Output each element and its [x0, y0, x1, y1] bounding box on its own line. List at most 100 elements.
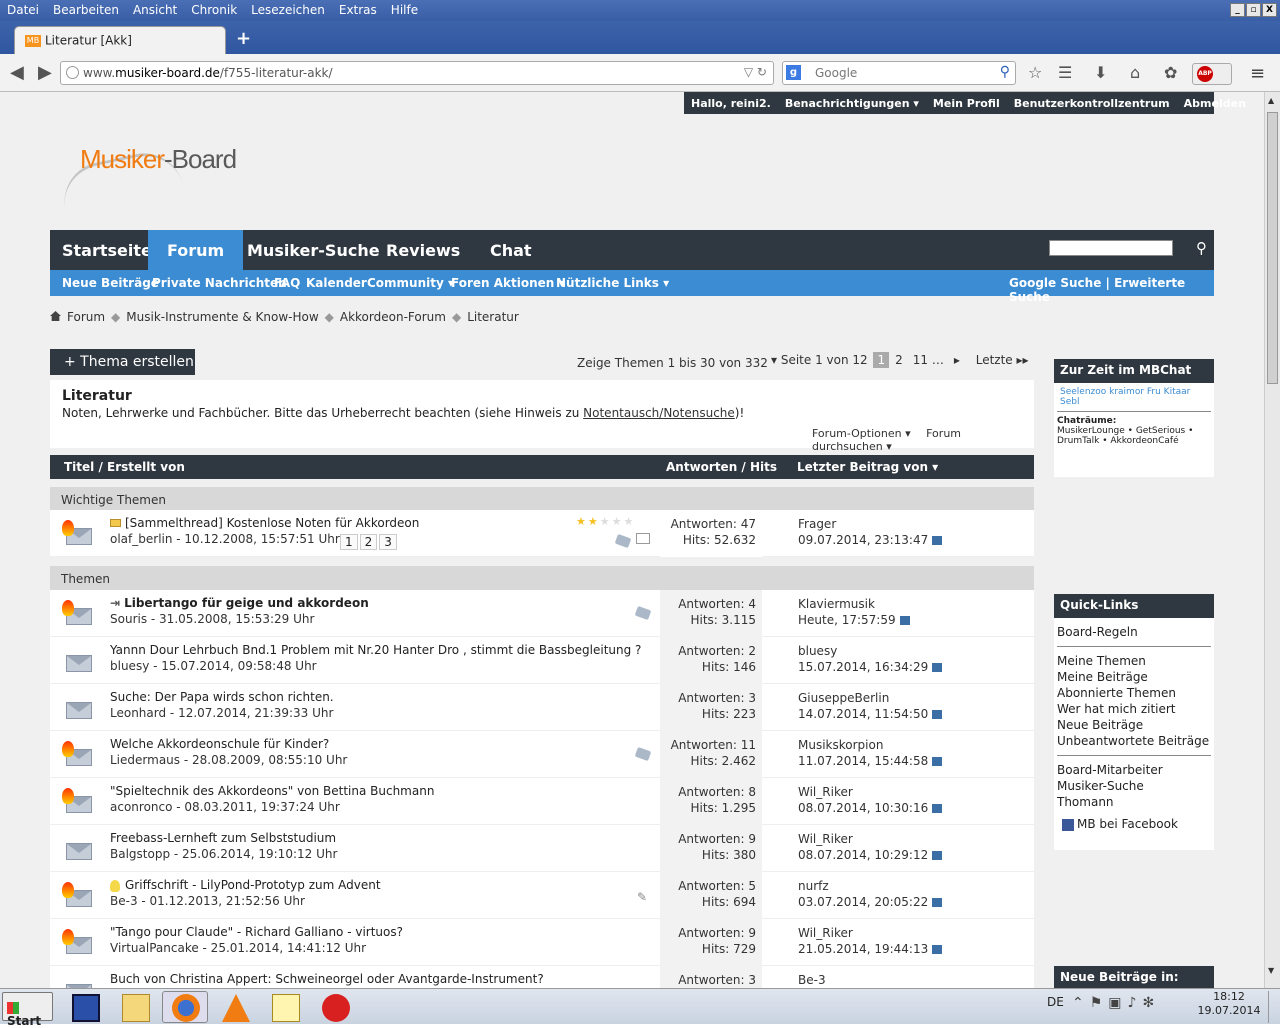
goto-post-icon[interactable] [932, 536, 943, 545]
nav-startseite[interactable]: Startseite [62, 230, 152, 270]
thread-title[interactable]: [Sammelthread] Kostenlose Noten für Akko… [110, 516, 419, 530]
table-row[interactable]: [Sammelthread] Kostenlose Noten für Akko… [50, 510, 1034, 557]
table-row[interactable]: Welche Akkordeonschule für Kinder? Lieder… [50, 731, 1034, 778]
scrollbar-thumb[interactable] [1267, 112, 1278, 384]
goto-post-icon[interactable] [932, 757, 943, 766]
quick-link[interactable]: Abonnierte Themen [1054, 685, 1214, 701]
download-icon[interactable]: ⬇ [1094, 63, 1107, 82]
crumb-literatur[interactable]: Literatur [467, 310, 519, 324]
goto-post-icon[interactable] [932, 663, 943, 672]
show-desktop-button[interactable] [1268, 991, 1278, 1023]
logout-link[interactable]: Abmelden [1184, 97, 1246, 110]
reload-icon[interactable]: ▽ ↻ [744, 65, 767, 79]
goto-post-icon[interactable] [932, 945, 943, 954]
next-page-icon[interactable]: ▸ [950, 352, 964, 368]
menu-extras[interactable]: Extras [332, 0, 384, 17]
quick-link[interactable]: Unbeantwortete Beiträge [1054, 733, 1214, 749]
chat-users[interactable]: Seelenzoo kraimor Fru Kitaar Sebl [1057, 383, 1211, 412]
search-bar[interactable]: g Google ⚲ [782, 61, 1016, 85]
page-2[interactable]: 2 [891, 352, 907, 368]
usercp-link[interactable]: Benutzerkontrollzentrum [1014, 97, 1170, 110]
nav-musiker-suche[interactable]: Musiker-Suche [247, 230, 380, 270]
table-row[interactable]: "Spieltechnik des Akkordeons" von Bettin… [50, 778, 1034, 825]
quick-link[interactable]: Meine Themen [1054, 653, 1214, 669]
table-row[interactable]: Yannn Dour Lehrbuch Bnd.1 Problem mit Nr… [50, 637, 1034, 684]
menu-datei[interactable]: Datei [0, 0, 46, 17]
profile-link[interactable]: Mein Profil [933, 97, 1000, 110]
goto-post-icon[interactable] [932, 851, 943, 860]
addon-icon[interactable]: ✿ [1164, 63, 1177, 82]
subnav-foren-aktionen[interactable]: Foren Aktionen ▾ [451, 276, 565, 290]
crumb-akkordeon[interactable]: Akkordeon-Forum [340, 310, 446, 324]
hamburger-menu-icon[interactable]: ≡ [1250, 63, 1265, 84]
thread-title[interactable]: ⇥ Libertango für geige und akkordeon [110, 596, 369, 610]
goto-post-icon[interactable] [932, 898, 943, 907]
nav-chat[interactable]: Chat [490, 230, 532, 270]
notifications-link[interactable]: Benachrichtigungen ▾ [785, 97, 919, 110]
page-1[interactable]: 1 [873, 352, 890, 368]
quick-link[interactable]: Board-Mitarbeiter [1054, 762, 1214, 778]
home-icon[interactable]: ⌂ [1130, 63, 1140, 82]
taskbar-app-save[interactable] [62, 991, 108, 1023]
thread-title[interactable]: Suche: Der Papa wirds schon richten. [110, 690, 334, 704]
notentausch-link[interactable]: Notentausch/Notensuche [583, 406, 735, 420]
goto-post-icon[interactable] [899, 616, 910, 625]
taskbar-app-db[interactable] [312, 991, 358, 1023]
col-title[interactable]: Titel / Erstellt von [64, 460, 185, 474]
create-thread-button[interactable]: + Thema erstellen [50, 349, 195, 375]
menu-hilfe[interactable]: Hilfe [384, 0, 425, 17]
thread-title[interactable]: Buch von Christina Appert: Schweineorgel… [110, 972, 544, 986]
subnav-faq[interactable]: FAQ [274, 276, 300, 290]
magnifier-icon[interactable]: ⚲ [1000, 64, 1010, 80]
home-icon[interactable] [50, 311, 61, 321]
taskbar-app-explorer[interactable] [112, 991, 158, 1023]
subnav-neue-beitraege[interactable]: Neue Beiträge [62, 276, 159, 290]
taskbar-app-notes[interactable] [262, 991, 308, 1023]
start-button[interactable]: Start [2, 992, 53, 1028]
minimize-button[interactable]: _ [1230, 3, 1245, 17]
search-icon[interactable]: ⚲ [1196, 239, 1207, 257]
thread-title[interactable]: Welche Akkordeonschule für Kinder? [110, 737, 329, 751]
table-row[interactable]: Griffschrift - LilyPond-Prototyp zum Adv… [50, 872, 1034, 919]
thread-title[interactable]: Freebass-Lernheft zum Selbststudium [110, 831, 336, 845]
system-tray-icons[interactable]: ⌃⚑▣♪✻ [1072, 995, 1160, 1011]
quick-link[interactable]: Wer hat mich zitiert [1054, 701, 1214, 717]
goto-post-icon[interactable] [932, 804, 943, 813]
taskbar-app-firefox[interactable] [162, 991, 208, 1023]
taskbar-app-vlc[interactable] [212, 991, 258, 1023]
crumb-forum[interactable]: Forum [67, 310, 105, 324]
page-dropdown[interactable]: ▾ Seite 1 von 12 [771, 353, 868, 367]
bookmarks-list-icon[interactable]: ☰ [1058, 63, 1072, 82]
goto-post-icon[interactable] [932, 710, 943, 719]
menu-chronik[interactable]: Chronik [184, 0, 244, 17]
google-icon[interactable]: g [786, 65, 801, 80]
table-row[interactable]: Freebass-Lernheft zum Selbststudium Balgs… [50, 825, 1034, 872]
bookmark-star-icon[interactable]: ☆ [1028, 63, 1042, 82]
forward-arrow-icon[interactable]: ▶ [38, 62, 52, 83]
col-last[interactable]: Letzter Beitrag von ▾ [797, 460, 938, 474]
table-row[interactable]: ⇥ Libertango für geige und akkordeon Souri… [50, 590, 1034, 637]
facebook-link[interactable]: MB bei Facebook [1054, 816, 1214, 832]
menu-lesezeichen[interactable]: Lesezeichen [244, 0, 332, 17]
site-logo[interactable]: Musiker-Board [57, 128, 260, 211]
last-page-link[interactable]: Letzte ▸▸ [976, 353, 1029, 367]
adblock-button[interactable]: ABP [1192, 63, 1232, 85]
system-clock[interactable]: 18:12 19.07.2014 [1194, 990, 1264, 1018]
scroll-up-icon[interactable]: ▲ [1268, 96, 1274, 105]
subnav-private-nachrichten[interactable]: Private Nachrichten [152, 276, 287, 290]
menu-ansicht[interactable]: Ansicht [126, 0, 184, 17]
quick-link[interactable]: Thomann [1054, 794, 1214, 810]
thread-title[interactable]: "Spieltechnik des Akkordeons" von Bettin… [110, 784, 434, 798]
subnav-community[interactable]: Community ▾ [367, 276, 454, 290]
back-arrow-icon[interactable]: ◀ [10, 62, 24, 83]
crumb-instrumente[interactable]: Musik-Instrumente & Know-How [126, 310, 318, 324]
vertical-scrollbar[interactable]: ▲ ▼ [1264, 92, 1280, 988]
thread-title[interactable]: "Tango pour Claude" - Richard Galliano -… [110, 925, 403, 939]
language-indicator[interactable]: DE [1047, 995, 1064, 1009]
site-search-input[interactable] [1049, 240, 1173, 256]
menu-bearbeiten[interactable]: Bearbeiten [46, 0, 126, 17]
url-bar[interactable]: www.musiker-board.de/f755-literatur-akk/… [60, 61, 774, 85]
thread-title[interactable]: Yannn Dour Lehrbuch Bnd.1 Problem mit Nr… [110, 643, 641, 657]
quick-link[interactable]: Board-Regeln [1054, 624, 1214, 640]
col-replies[interactable]: Antworten / Hits [666, 460, 777, 474]
